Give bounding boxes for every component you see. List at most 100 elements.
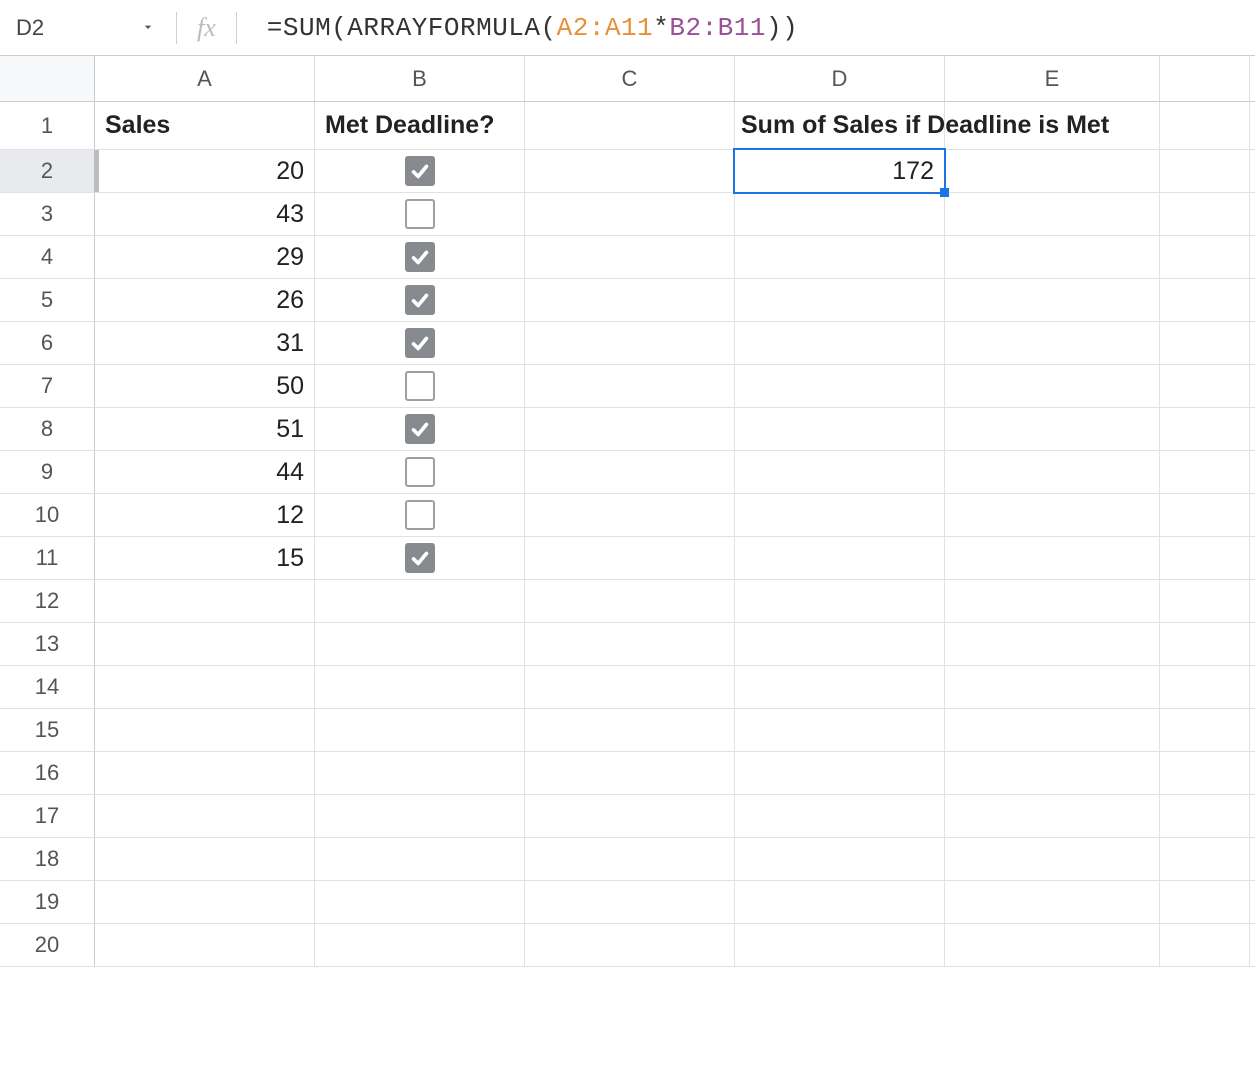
cell-A13[interactable] [95, 623, 315, 665]
cell-end-9[interactable] [1160, 451, 1250, 493]
cell-D18[interactable] [735, 838, 945, 880]
cell-B20[interactable] [315, 924, 525, 966]
cell-E15[interactable] [945, 709, 1160, 751]
cell-C17[interactable] [525, 795, 735, 837]
cell-E13[interactable] [945, 623, 1160, 665]
cell-A9[interactable]: 44 [95, 451, 315, 493]
cell-E6[interactable] [945, 322, 1160, 364]
cell-A20[interactable] [95, 924, 315, 966]
column-header-C[interactable]: C [525, 56, 735, 101]
cell-end-2[interactable] [1160, 150, 1250, 192]
checkbox-icon[interactable] [405, 242, 435, 272]
cell-E11[interactable] [945, 537, 1160, 579]
cell-D3[interactable] [735, 193, 945, 235]
cell-E4[interactable] [945, 236, 1160, 278]
formula-input[interactable]: =SUM(ARRAYFORMULA(A2:A11*B2:B11)) [247, 13, 1249, 43]
cell-B6[interactable] [315, 322, 525, 364]
cell-D7[interactable] [735, 365, 945, 407]
cell-B14[interactable] [315, 666, 525, 708]
row-header-15[interactable]: 15 [0, 709, 95, 751]
cell-C19[interactable] [525, 881, 735, 923]
row-header-12[interactable]: 12 [0, 580, 95, 622]
cell-C11[interactable] [525, 537, 735, 579]
row-header-14[interactable]: 14 [0, 666, 95, 708]
cell-E12[interactable] [945, 580, 1160, 622]
cell-C5[interactable] [525, 279, 735, 321]
cell-B11[interactable] [315, 537, 525, 579]
row-header-19[interactable]: 19 [0, 881, 95, 923]
cell-E8[interactable] [945, 408, 1160, 450]
row-header-16[interactable]: 16 [0, 752, 95, 794]
cell-A6[interactable]: 31 [95, 322, 315, 364]
cell-D1[interactable]: Sum of Sales if Deadline is Met [735, 102, 945, 149]
cell-B7[interactable] [315, 365, 525, 407]
cell-end-4[interactable] [1160, 236, 1250, 278]
row-header-13[interactable]: 13 [0, 623, 95, 665]
cell-D6[interactable] [735, 322, 945, 364]
cell-A16[interactable] [95, 752, 315, 794]
cell-B9[interactable] [315, 451, 525, 493]
cell-end-11[interactable] [1160, 537, 1250, 579]
cell-C14[interactable] [525, 666, 735, 708]
cell-end-19[interactable] [1160, 881, 1250, 923]
column-header-D[interactable]: D [735, 56, 945, 101]
cell-C6[interactable] [525, 322, 735, 364]
cell-B4[interactable] [315, 236, 525, 278]
cell-C12[interactable] [525, 580, 735, 622]
cell-D11[interactable] [735, 537, 945, 579]
cell-end-8[interactable] [1160, 408, 1250, 450]
cell-D10[interactable] [735, 494, 945, 536]
cell-D20[interactable] [735, 924, 945, 966]
cell-C15[interactable] [525, 709, 735, 751]
cell-B16[interactable] [315, 752, 525, 794]
row-header-8[interactable]: 8 [0, 408, 95, 450]
cell-E18[interactable] [945, 838, 1160, 880]
cell-A10[interactable]: 12 [95, 494, 315, 536]
cell-D17[interactable] [735, 795, 945, 837]
cell-C18[interactable] [525, 838, 735, 880]
cell-E19[interactable] [945, 881, 1160, 923]
checkbox-icon[interactable] [405, 285, 435, 315]
cell-A17[interactable] [95, 795, 315, 837]
cell-D16[interactable] [735, 752, 945, 794]
checkbox-icon[interactable] [405, 500, 435, 530]
cell-A19[interactable] [95, 881, 315, 923]
cell-B10[interactable] [315, 494, 525, 536]
cell-A1[interactable]: Sales [95, 102, 315, 149]
cell-E14[interactable] [945, 666, 1160, 708]
cell-E5[interactable] [945, 279, 1160, 321]
cell-E10[interactable] [945, 494, 1160, 536]
row-header-2[interactable]: 2 [0, 150, 95, 192]
row-header-10[interactable]: 10 [0, 494, 95, 536]
cell-C3[interactable] [525, 193, 735, 235]
cell-D12[interactable] [735, 580, 945, 622]
cell-B17[interactable] [315, 795, 525, 837]
cell-A8[interactable]: 51 [95, 408, 315, 450]
row-header-3[interactable]: 3 [0, 193, 95, 235]
cell-A3[interactable]: 43 [95, 193, 315, 235]
cell-E2[interactable] [945, 150, 1160, 192]
cell-E17[interactable] [945, 795, 1160, 837]
cell-A2[interactable]: 20 [95, 150, 315, 192]
cell-D13[interactable] [735, 623, 945, 665]
cell-end-18[interactable] [1160, 838, 1250, 880]
checkbox-icon[interactable] [405, 156, 435, 186]
cell-A11[interactable]: 15 [95, 537, 315, 579]
cell-A4[interactable]: 29 [95, 236, 315, 278]
cell-D15[interactable] [735, 709, 945, 751]
cell-A7[interactable]: 50 [95, 365, 315, 407]
row-header-4[interactable]: 4 [0, 236, 95, 278]
cell-end-1[interactable] [1160, 102, 1250, 149]
cell-end-16[interactable] [1160, 752, 1250, 794]
cell-A14[interactable] [95, 666, 315, 708]
checkbox-icon[interactable] [405, 328, 435, 358]
row-header-20[interactable]: 20 [0, 924, 95, 966]
cell-B15[interactable] [315, 709, 525, 751]
cell-C9[interactable] [525, 451, 735, 493]
cell-C20[interactable] [525, 924, 735, 966]
cell-A18[interactable] [95, 838, 315, 880]
row-header-6[interactable]: 6 [0, 322, 95, 364]
cell-C8[interactable] [525, 408, 735, 450]
cell-A12[interactable] [95, 580, 315, 622]
checkbox-icon[interactable] [405, 543, 435, 573]
